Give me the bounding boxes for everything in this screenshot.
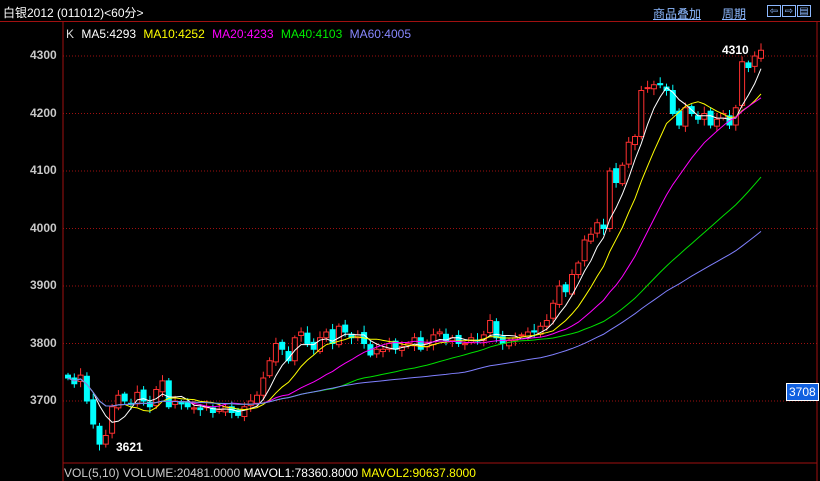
candle-body: [83, 375, 90, 402]
candle-body: [65, 374, 71, 379]
candle-body: [613, 168, 620, 183]
vol-mavol1: MAVOL1:78360.8000: [243, 466, 358, 480]
candle-body: [191, 407, 197, 410]
legend-ma5: MA5:4293: [81, 27, 137, 41]
candle-body: [751, 55, 758, 67]
candle-body: [165, 380, 172, 408]
candle-body: [562, 284, 569, 293]
candle-body: [701, 113, 708, 120]
candle-body: [581, 239, 588, 262]
vol-volume: VOLUME:20481.0000: [122, 466, 241, 480]
volume-legend: VOL(5,10) VOLUME:20481.0000 MAVOL1:78360…: [64, 466, 476, 480]
candle-body: [266, 360, 273, 377]
candle-body: [587, 233, 594, 242]
ma40-line: [67, 176, 762, 407]
candle-body: [380, 348, 386, 353]
ma5-line: [67, 68, 762, 423]
y-tick-label: 4300: [30, 48, 57, 62]
candle-body: [342, 324, 349, 333]
candle-body: [745, 62, 752, 69]
candle-body: [279, 341, 286, 350]
price-chart: [62, 22, 818, 481]
candle-body: [298, 331, 305, 336]
vol-mavol2: MAVOL2:90637.8000: [361, 466, 476, 480]
candle-body: [241, 406, 248, 418]
candle-body: [272, 343, 279, 363]
candle-body: [254, 394, 260, 404]
candle-body: [430, 334, 437, 346]
legend-ma20: MA20:4233: [212, 27, 274, 41]
candle-body: [707, 110, 714, 126]
candle-body: [600, 224, 607, 230]
candle-body: [657, 83, 664, 86]
candle-body: [417, 337, 424, 350]
candle-body: [632, 136, 638, 146]
candle-body: [531, 330, 538, 333]
candle-body: [455, 334, 462, 345]
candle-body: [575, 262, 582, 275]
candle-body: [550, 302, 557, 319]
candle-body: [197, 407, 204, 411]
legend-k: K: [66, 27, 75, 41]
candle-body: [304, 332, 311, 344]
ma60-line: [67, 230, 762, 407]
legend-ma40: MA40:4103: [280, 27, 343, 41]
candle-body: [159, 380, 166, 393]
candle-body: [102, 435, 109, 445]
candle-body: [373, 348, 380, 355]
candle-body: [216, 409, 223, 412]
y-tick-label: 3900: [30, 278, 57, 292]
candle-body: [556, 285, 563, 305]
candle-body: [260, 377, 267, 396]
candle-body: [247, 400, 254, 407]
candle-body: [487, 320, 494, 334]
y-tick-label: 4000: [30, 220, 57, 235]
candle-body: [323, 331, 330, 339]
candle-body: [90, 399, 97, 425]
candle-body: [650, 84, 657, 90]
candle-body: [682, 107, 689, 127]
y-tick-label: 3800: [30, 335, 57, 350]
ma10-line: [67, 93, 762, 412]
y-tick-label: 3700: [30, 393, 57, 407]
ma-legend: K MA5:4293 MA10:4252 MA20:4233 MA40:4103…: [66, 27, 415, 41]
candle-body: [644, 87, 651, 90]
candle-body: [184, 402, 191, 408]
candle-body: [493, 321, 500, 339]
candle-body: [625, 141, 632, 165]
candle-body: [518, 334, 525, 337]
candle-body: [619, 164, 626, 185]
candle-body: [758, 49, 764, 59]
legend-ma10: MA10:4252: [143, 27, 205, 41]
candle-body: [739, 61, 746, 106]
candle-body: [594, 222, 601, 234]
vol-label: VOL(5,10): [64, 466, 120, 480]
last-price-tag: 3708: [786, 383, 819, 401]
candle-body: [695, 115, 701, 120]
candle-body: [436, 331, 443, 335]
candle-body: [543, 320, 550, 327]
legend-ma60: MA60:4005: [349, 27, 411, 41]
high-annotation: 4310: [722, 43, 749, 57]
candle-body: [713, 118, 720, 127]
y-tick-label: 4200: [30, 105, 57, 120]
candle-body: [121, 393, 128, 402]
low-annotation: 3621: [116, 440, 143, 454]
candle-body: [96, 425, 103, 445]
candle-body: [461, 343, 468, 346]
y-tick-label: 4100: [30, 163, 57, 177]
candle-body: [115, 394, 122, 409]
candle-body: [638, 90, 645, 137]
candle-body: [178, 401, 185, 405]
